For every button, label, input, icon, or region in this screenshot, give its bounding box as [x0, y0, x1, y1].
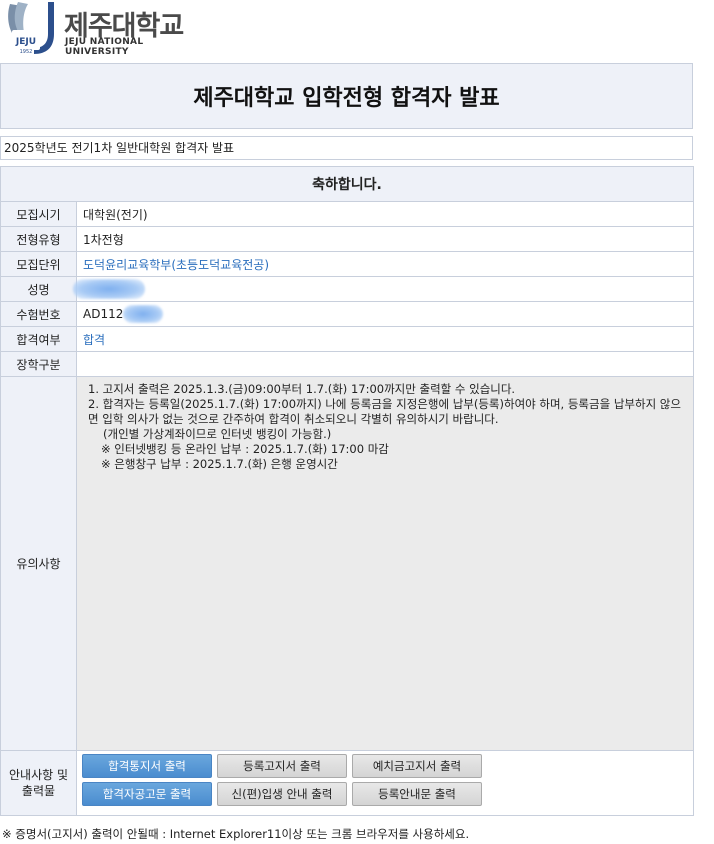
recruit-period-value: 대학원(전기) — [83, 207, 148, 222]
announcement-subtitle: 2025학년도 전기1차 일반대학원 합격자 발표 — [0, 136, 693, 160]
university-logo[interactable]: JEJU 1952 제주대학교 JEJU NATIONAL UNIVERSITY — [4, 0, 204, 58]
print-registration-guide-button[interactable]: 등록안내문 출력 — [352, 782, 482, 806]
notes-line: 1. 고지서 출력은 2025.1.3.(금)09:00부터 1.7.(화) 1… — [88, 382, 516, 396]
exam-number-text: AD112 — [83, 307, 124, 321]
row-pass-status: 합격여부 합격 — [1, 327, 693, 352]
row-label: 모집시기 — [1, 202, 77, 226]
row-exam-number: 수험번호 AD112 — [1, 302, 693, 327]
name-value — [73, 277, 693, 301]
row-admission-type: 전형유형 1차전형 — [1, 227, 693, 252]
print-label-line2: 출력물 — [21, 784, 56, 798]
print-deposit-bill-button[interactable]: 예치금고지서 출력 — [352, 754, 482, 778]
row-notes: 유의사항 1. 고지서 출력은 2025.1.3.(금)09:00부터 1.7.… — [1, 377, 693, 751]
print-acceptance-letter-button[interactable]: 합격통지서 출력 — [82, 754, 212, 778]
result-table: 축하합니다. 모집시기 대학원(전기) 전형유형 1차전형 모집단위 도덕윤리교… — [0, 166, 694, 816]
print-registration-bill-button[interactable]: 등록고지서 출력 — [217, 754, 347, 778]
notes-content: 1. 고지서 출력은 2025.1.3.(금)09:00부터 1.7.(화) 1… — [77, 377, 693, 750]
page-title: 제주대학교 입학전형 합격자 발표 — [193, 86, 500, 111]
row-label: 성명 — [1, 277, 77, 301]
print-label-line1: 안내사항 및 — [8, 768, 68, 782]
row-name: 성명 — [1, 277, 693, 302]
scholarship-value — [77, 352, 693, 376]
row-print-buttons: 안내사항 및출력물 합격통지서 출력 등록고지서 출력 예치금고지서 출력 합격… — [1, 751, 693, 815]
page-title-box: 제주대학교 입학전형 합격자 발표 — [0, 63, 693, 129]
logo-name-english: JEJU NATIONAL UNIVERSITY — [65, 37, 144, 57]
row-recruit-period: 모집시기 대학원(전기) — [1, 202, 693, 227]
university-emblem-icon: JEJU 1952 — [8, 2, 54, 55]
row-label: 모집단위 — [1, 252, 77, 276]
print-acceptance-notice-button[interactable]: 합격자공고문 출력 — [82, 782, 212, 806]
notes-line: (개인별 가상계좌이므로 인터넷 뱅킹이 가능함.) — [103, 427, 332, 441]
pass-status-value: 합격 — [83, 332, 106, 347]
congratulations-message: 축하합니다. — [1, 167, 693, 202]
row-label: 수험번호 — [1, 302, 77, 326]
print-freshman-guide-button[interactable]: 신(편)입생 안내 출력 — [217, 782, 347, 806]
redacted-exam-number — [123, 305, 164, 323]
row-label: 장학구분 — [1, 352, 77, 376]
recruit-unit-value: 도덕윤리교육학부(초등도덕교육전공) — [83, 257, 270, 272]
admission-type-value: 1차전형 — [83, 232, 124, 247]
print-button-group: 합격통지서 출력 등록고지서 출력 예치금고지서 출력 합격자공고문 출력 신(… — [77, 751, 482, 815]
row-label: 전형유형 — [1, 227, 77, 251]
row-recruit-unit: 모집단위 도덕윤리교육학부(초등도덕교육전공) — [1, 252, 693, 277]
redacted-name — [73, 279, 145, 299]
row-scholarship: 장학구분 — [1, 352, 693, 377]
notes-label: 유의사항 — [1, 377, 77, 750]
notes-line: ※ 은행창구 납부 : 2025.1.7.(화) 은행 운영시간 — [101, 457, 338, 471]
emblem-text: JEJU — [15, 37, 36, 47]
notes-line: 2. 합격자는 등록일(2025.1.7.(화) 17:00까지) 나에 등록금… — [88, 397, 681, 426]
notes-line: ※ 인터넷뱅킹 등 온라인 납부 : 2025.1.7.(화) 17:00 마감 — [101, 442, 389, 456]
browser-footnote: ※ 증명서(고지서) 출력이 안될때 : Internet Explorer11… — [2, 827, 470, 841]
print-label: 안내사항 및출력물 — [1, 751, 77, 815]
row-label: 합격여부 — [1, 327, 77, 351]
exam-number-value: AD112 — [77, 302, 693, 326]
emblem-year: 1952 — [20, 49, 33, 55]
